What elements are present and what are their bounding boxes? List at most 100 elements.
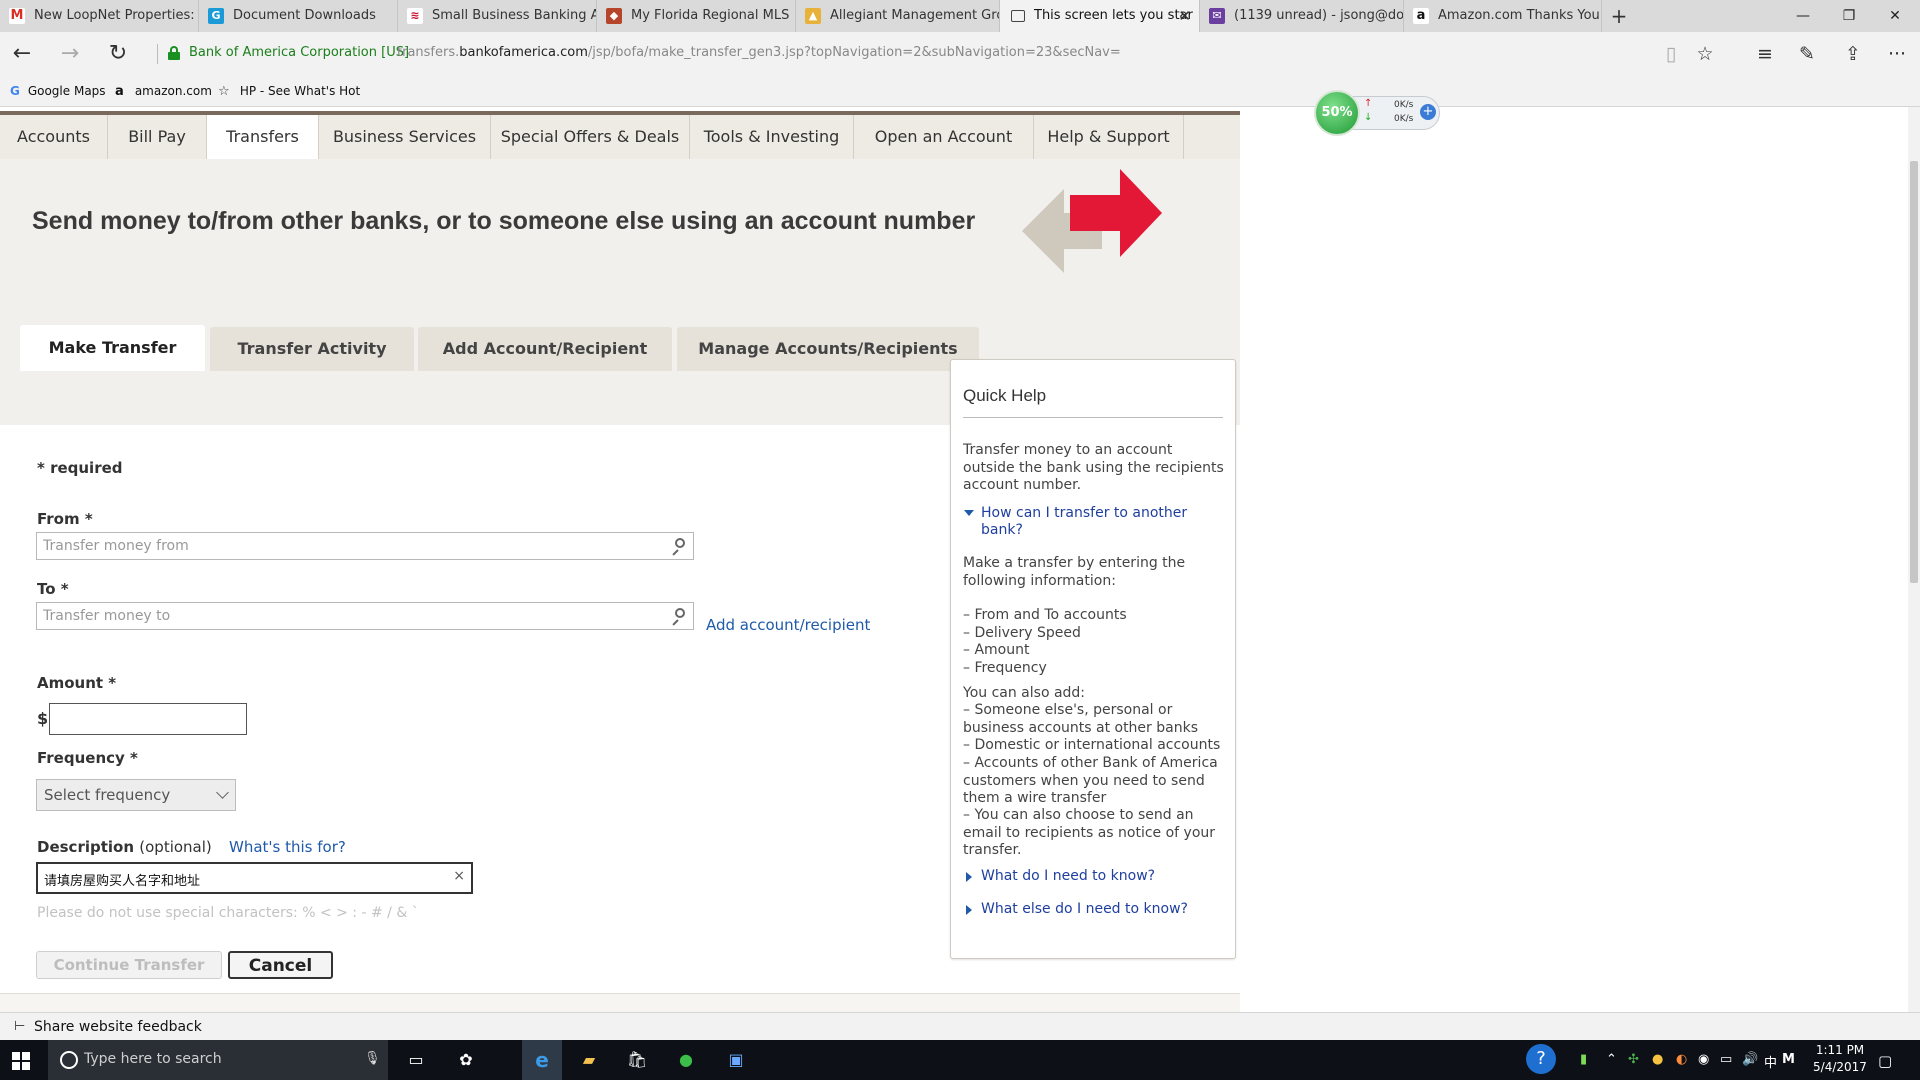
browser-tab-3[interactable]: ≋ Small Business Banking Acc xyxy=(398,0,597,32)
reading-view-icon[interactable]: ▯ xyxy=(1658,42,1684,66)
scrollbar-thumb[interactable] xyxy=(1910,161,1918,583)
new-tab-button[interactable]: + xyxy=(1604,0,1634,32)
to-input[interactable] xyxy=(37,603,669,629)
tray-app-icon[interactable]: ● xyxy=(1652,1052,1663,1067)
browser-tab-6[interactable]: This screen lets you star ✕ xyxy=(1000,0,1200,32)
close-tab-icon[interactable]: ✕ xyxy=(1178,0,1191,32)
store-icon[interactable]: 🛍 xyxy=(625,1048,649,1072)
tab-label: Amazon.com Thanks You xyxy=(1438,8,1600,23)
back-icon[interactable]: ← xyxy=(8,40,36,68)
widget-gauge: 50% xyxy=(1314,90,1360,136)
cancel-button[interactable]: Cancel xyxy=(228,951,333,979)
upload-arrow-icon: ↑ xyxy=(1364,98,1373,109)
address-bar: ← → ↻ Bank of America Corporation [US] t… xyxy=(0,32,1920,76)
divider xyxy=(963,417,1223,418)
network-speed-widget[interactable]: 50% ↑ ↓ 0K/s 0K/s + xyxy=(1314,90,1440,136)
download-arrow-icon: ↓ xyxy=(1364,112,1373,123)
ime-icon[interactable]: M xyxy=(1782,1052,1795,1067)
add-account-recipient-link[interactable]: Add account/recipient xyxy=(706,616,870,634)
browser-tab-8[interactable]: a Amazon.com Thanks You xyxy=(1404,0,1602,32)
taskbar-search[interactable]: Type here to search 🎙 xyxy=(48,1040,388,1080)
nav-accounts[interactable]: Accounts xyxy=(0,115,108,159)
web-note-icon[interactable]: ✎ xyxy=(1794,42,1820,66)
nav-bill-pay[interactable]: Bill Pay xyxy=(108,115,207,159)
favorite-label: Google Maps xyxy=(27,84,106,98)
nav-open-account[interactable]: Open an Account xyxy=(854,115,1034,159)
search-icon[interactable] xyxy=(671,538,685,556)
restore-button[interactable]: ❐ xyxy=(1826,0,1872,32)
feedback-label: Share website feedback xyxy=(34,1019,202,1035)
file-explorer-icon[interactable]: ▰ xyxy=(577,1048,601,1072)
browser-tab-2[interactable]: G Document Downloads xyxy=(199,0,398,32)
browser-tab-5[interactable]: ▲ Allegiant Management Gro xyxy=(796,0,1000,32)
favorite-star-icon[interactable]: ☆ xyxy=(1692,42,1718,66)
clear-icon[interactable]: × xyxy=(453,868,465,884)
tab-transfer-activity[interactable]: Transfer Activity xyxy=(210,327,414,371)
more-icon[interactable]: ··· xyxy=(1884,42,1910,66)
browser-tab-1[interactable]: M New LoopNet Properties: C xyxy=(0,0,199,32)
amount-input[interactable] xyxy=(49,703,247,735)
nav-transfers[interactable]: Transfers xyxy=(207,115,319,161)
feedback-bar[interactable]: ⊢ Share website feedback xyxy=(0,1012,1920,1041)
tray-app-icon[interactable]: ✣ xyxy=(1628,1052,1639,1067)
close-window-button[interactable]: ✕ xyxy=(1872,0,1918,32)
from-input[interactable] xyxy=(37,533,669,559)
to-field[interactable] xyxy=(36,602,694,630)
description-input[interactable] xyxy=(42,864,446,894)
tab-add-account-recipient[interactable]: Add Account/Recipient xyxy=(418,327,672,371)
vertical-scrollbar[interactable] xyxy=(1908,107,1920,1012)
app-green-icon[interactable]: ● xyxy=(674,1048,698,1072)
system-clock[interactable]: 1:11 PM 5/4/2017 xyxy=(1800,1042,1880,1076)
tab-manage-accounts-recipients[interactable]: Manage Accounts/Recipients xyxy=(677,327,979,371)
gmail-icon: M xyxy=(9,8,25,24)
help-icon[interactable]: ? xyxy=(1526,1044,1556,1074)
windows-start-icon[interactable] xyxy=(12,1052,30,1070)
widget-plus-icon[interactable]: + xyxy=(1420,104,1436,120)
lock-icon[interactable] xyxy=(168,46,180,60)
task-view-icon[interactable]: ▭ xyxy=(404,1048,428,1072)
site-identity[interactable]: Bank of America Corporation [US] xyxy=(189,45,409,60)
favorite-amazon[interactable]: a amazon.com xyxy=(115,76,212,106)
microphone-icon[interactable]: 🎙 xyxy=(364,1051,381,1066)
help-q1-item: – Frequency xyxy=(963,660,1047,676)
url-field[interactable]: transfers.bankofamerica.com/jsp/bofa/mak… xyxy=(397,45,1121,60)
edge-icon[interactable]: e xyxy=(530,1048,554,1072)
nav-help-support[interactable]: Help & Support xyxy=(1034,115,1184,159)
help-link-else-need-to-know[interactable]: What else do I need to know? xyxy=(981,901,1221,918)
search-icon[interactable] xyxy=(671,608,685,626)
from-field[interactable] xyxy=(36,532,694,560)
notifications-icon[interactable]: ▢ xyxy=(1878,1052,1892,1070)
nav-tools-investing[interactable]: Tools & Investing xyxy=(690,115,854,159)
tab-make-transfer[interactable]: Make Transfer xyxy=(20,325,205,371)
favorite-hp[interactable]: ☆ HP - See What's Hot xyxy=(218,76,360,106)
quick-help-intro: Transfer money to an account outside the… xyxy=(963,442,1224,494)
description-field[interactable]: × xyxy=(36,862,473,894)
ime-mode-icon[interactable]: 中 xyxy=(1764,1052,1777,1071)
refresh-icon[interactable]: ↻ xyxy=(104,40,132,68)
tray-app-icon[interactable]: ◉ xyxy=(1698,1052,1709,1067)
forward-icon[interactable]: → xyxy=(56,40,84,68)
tray-app-icon[interactable]: ◐ xyxy=(1676,1052,1687,1067)
feedback-icon: ⊢ xyxy=(14,1019,26,1034)
bofa-icon: ≋ xyxy=(407,8,423,24)
tray-overflow-icon[interactable]: ⌃ xyxy=(1606,1052,1617,1067)
browser-tab-7[interactable]: ✉ (1139 unread) - jsong@dob xyxy=(1200,0,1404,32)
network-icon[interactable]: ▭ xyxy=(1720,1052,1732,1067)
browser-tab-4[interactable]: ◆ My Florida Regional MLS xyxy=(597,0,796,32)
search-placeholder: Type here to search xyxy=(84,1051,222,1067)
hub-icon[interactable]: ≡ xyxy=(1752,42,1778,66)
help-link-transfer-another-bank[interactable]: How can I transfer to another bank? xyxy=(981,505,1221,539)
frequency-select[interactable]: Select frequency xyxy=(36,779,236,811)
whats-this-for-link[interactable]: What's this for? xyxy=(229,838,346,856)
help-link-need-to-know[interactable]: What do I need to know? xyxy=(981,868,1221,885)
app-pinned-icon[interactable]: ✿ xyxy=(454,1048,478,1072)
app-blue-icon[interactable]: ▣ xyxy=(724,1048,748,1072)
volume-icon[interactable]: 🔊 xyxy=(1742,1052,1758,1067)
nav-business-services[interactable]: Business Services xyxy=(319,115,491,159)
nav-special-offers[interactable]: Special Offers & Deals xyxy=(491,115,690,159)
favorite-google-maps[interactable]: G Google Maps xyxy=(10,76,106,106)
battery-icon[interactable]: ▮ xyxy=(1580,1052,1587,1067)
share-icon[interactable]: ⇪ xyxy=(1840,42,1866,66)
continue-transfer-button[interactable]: Continue Transfer xyxy=(36,951,222,979)
minimize-button[interactable]: — xyxy=(1780,0,1826,32)
